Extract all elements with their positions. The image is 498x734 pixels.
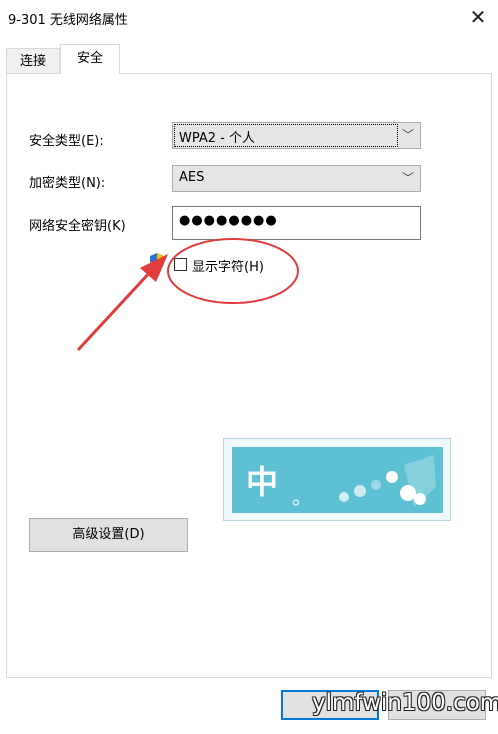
ime-decoration: [339, 455, 436, 507]
chevron-down-icon: ﹀: [401, 128, 414, 142]
window-title: 9-301 无线网络属性: [8, 13, 128, 28]
tab-security[interactable]: 安全: [60, 44, 120, 74]
network-key-input[interactable]: ●●●●●●●●: [172, 206, 421, 240]
watermark: ylmfwin100.com: [312, 690, 498, 716]
ime-banner: 中 。: [232, 447, 443, 513]
uac-shield-icon: [150, 253, 164, 271]
security-type-label: 安全类型(E):: [29, 134, 104, 149]
network-key-label: 网络安全密钥(K): [29, 219, 126, 234]
security-type-value: WPA2 - 个人: [179, 131, 255, 146]
show-characters-checkbox[interactable]: [174, 258, 187, 271]
security-type-dropdown[interactable]: WPA2 - 个人 ﹀: [172, 122, 421, 149]
ime-char: 中: [246, 463, 279, 501]
chevron-down-icon: ﹀: [401, 171, 414, 185]
title-bar: 9-301 无线网络属性 ✕: [0, 0, 498, 36]
advanced-settings-button[interactable]: 高级设置(D): [29, 518, 188, 552]
close-icon[interactable]: ✕: [466, 5, 490, 29]
network-key-value: ●●●●●●●●: [179, 213, 278, 228]
show-characters-label[interactable]: 显示字符(H): [192, 256, 264, 275]
encryption-type-value: AES: [179, 170, 205, 185]
security-panel: [6, 73, 492, 678]
ime-popup: 中 。: [223, 438, 451, 521]
encryption-type-label: 加密类型(N):: [29, 176, 106, 191]
encryption-type-dropdown[interactable]: AES ﹀: [172, 165, 421, 192]
tab-connection[interactable]: 连接: [6, 48, 60, 73]
ime-extra: 。: [292, 485, 312, 509]
